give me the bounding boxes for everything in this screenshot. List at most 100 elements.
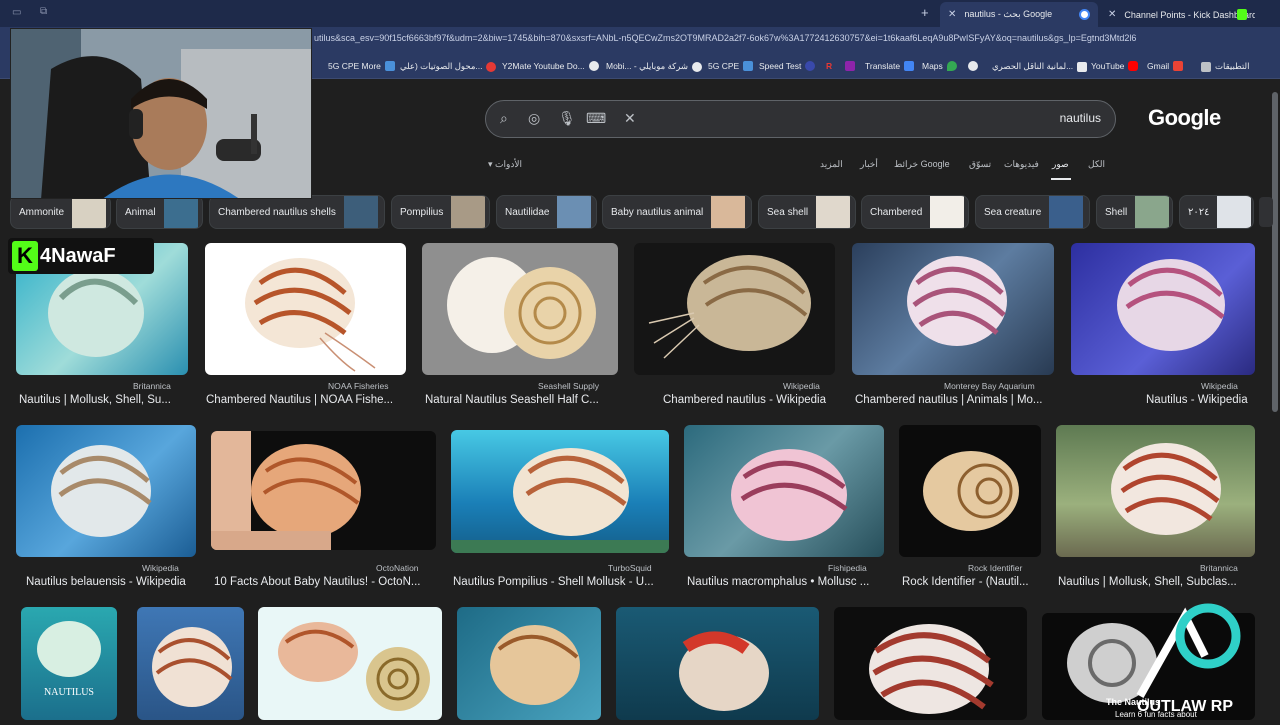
result-source[interactable]: Wikipedia — [142, 563, 179, 573]
search-icon[interactable]: ⌕ — [500, 110, 508, 127]
bookmark-speed-test[interactable]: Speed Test — [759, 61, 816, 71]
tab-more[interactable]: المزيد — [820, 159, 843, 170]
result-source[interactable]: Wikipedia — [1201, 381, 1238, 391]
chip-chambered-shells[interactable]: Chambered nautilus shells — [209, 195, 385, 229]
close-tab-icon[interactable]: ✕ — [1108, 9, 1116, 20]
bookmark-translate[interactable]: Translate — [865, 61, 915, 71]
result-image[interactable] — [834, 607, 1027, 720]
result-source[interactable]: Fishipedia — [828, 563, 867, 573]
result-source[interactable]: Seashell Supply — [538, 381, 599, 391]
result-image[interactable] — [899, 425, 1041, 557]
chip-sea-shell[interactable]: Sea shell — [758, 195, 856, 229]
result-source[interactable]: TurboSquid — [608, 563, 652, 573]
result-image[interactable] — [258, 607, 442, 720]
clear-icon[interactable]: ✕ — [624, 110, 636, 127]
bookmark-5g-cpe[interactable]: 5G CPE — [708, 61, 754, 71]
bookmark-globe[interactable] — [968, 61, 978, 71]
result-image[interactable] — [211, 431, 436, 550]
bookmark-apps[interactable]: التطبيقات — [1201, 61, 1250, 72]
chip-shell[interactable]: Shell — [1096, 195, 1173, 229]
chip-2024[interactable]: ٢٠٢٤ — [1179, 195, 1254, 229]
bookmark-r[interactable]: R — [826, 61, 832, 71]
result-image[interactable] — [634, 243, 835, 375]
google-logo[interactable]: Google — [1148, 105, 1221, 131]
result-image[interactable] — [1071, 243, 1255, 375]
chip-pompilius[interactable]: Pompilius — [391, 195, 490, 229]
result-image[interactable] — [16, 425, 196, 557]
result-caption[interactable]: Nautilus belauensis - Wikipedia — [26, 576, 196, 588]
result-caption[interactable]: 10 Facts About Baby Nautilus! - OctoN... — [214, 576, 436, 588]
bookmark-twitch[interactable] — [845, 61, 855, 71]
search-input[interactable]: nautilus — [1060, 111, 1101, 125]
chip-label: Sea creature — [984, 206, 1042, 218]
url-field[interactable]: utilus&sca_esv=90f15cf6663bf97f&udm=2&bi… — [314, 33, 1174, 49]
close-tab-icon[interactable]: ✕ — [948, 9, 956, 20]
bookmark-5g-cpe-more[interactable]: 5G CPE More — [328, 61, 395, 71]
chips-scroll-handle[interactable] — [1259, 197, 1273, 227]
bookmark-maps[interactable]: Maps — [922, 61, 957, 71]
result-image[interactable] — [1056, 425, 1255, 557]
mic-icon[interactable]: 🎙 — [558, 110, 576, 127]
scrollbar-thumb[interactable] — [1272, 92, 1278, 412]
bookmark-transfer[interactable]: لمانية الناقل الحصري... — [992, 61, 1088, 72]
scrollbar[interactable] — [1270, 80, 1280, 720]
chip-ammonite[interactable]: Ammonite — [10, 195, 111, 229]
result-source[interactable]: Rock Identifier — [968, 563, 1022, 573]
result-source[interactable]: OctoNation — [376, 563, 419, 573]
result-image[interactable] — [852, 243, 1054, 375]
tab-all[interactable]: الكل — [1088, 159, 1105, 170]
tab-news[interactable]: أخبار — [860, 159, 878, 170]
result-caption[interactable]: Nautilus | Mollusk, Shell, Subclas... — [1058, 576, 1255, 588]
chip-animal[interactable]: Animal — [116, 195, 203, 229]
result-caption[interactable]: Nautilus - Wikipedia — [1146, 394, 1256, 406]
streamer-name: 4NawaF — [40, 244, 116, 267]
bookmark-audio-converter[interactable]: محول الصوتيات (علي... — [400, 61, 497, 72]
result-caption[interactable]: Nautilus macromphalus • Mollusc ... — [687, 576, 884, 588]
keyboard-icon[interactable]: ⌨ — [586, 110, 606, 127]
bookmark-gmail[interactable]: Gmail — [1147, 61, 1184, 71]
bookmark-icon — [384, 61, 395, 71]
tab-shopping[interactable]: تسوّق — [969, 159, 991, 170]
bookmark-label: التطبيقات — [1215, 61, 1250, 71]
result-caption[interactable]: Chambered Nautilus | NOAA Fishe... — [206, 394, 406, 406]
chip-chambered[interactable]: Chambered — [861, 195, 969, 229]
result-image[interactable] — [422, 243, 618, 375]
result-caption[interactable]: Rock Identifier - (Nautil... — [902, 576, 1041, 588]
result-image[interactable] — [616, 607, 819, 720]
result-caption[interactable]: Chambered nautilus | Animals | Mo... — [855, 394, 1055, 406]
bookmark-youtube[interactable]: YouTube — [1091, 61, 1139, 71]
chip-baby-nautilus[interactable]: Baby nautilus animal — [602, 195, 752, 229]
tab-maps[interactable]: خرائط Google — [894, 159, 950, 170]
chip-sea-creature[interactable]: Sea creature — [975, 195, 1090, 229]
webcam-overlay — [10, 28, 312, 199]
tab-tools[interactable]: ▾ الأدوات — [488, 159, 522, 170]
window-restore-icon[interactable]: ⧉ — [40, 6, 47, 17]
result-source[interactable]: NOAA Fisheries — [328, 381, 388, 391]
result-image[interactable] — [451, 430, 669, 553]
result-image[interactable] — [457, 607, 601, 720]
tab-images[interactable]: صور — [1052, 159, 1069, 170]
result-image[interactable] — [137, 607, 244, 720]
tab-videos[interactable]: فيديوهات — [1004, 159, 1039, 170]
tab-kick-dashboard[interactable]: ✕ Channel Points - Kick Dashboard — [1100, 2, 1255, 27]
new-tab-icon[interactable]: + — [921, 5, 929, 20]
selected-tab-indicator — [1051, 178, 1071, 180]
chip-nautilidae[interactable]: Nautilidae — [496, 195, 597, 229]
result-image[interactable]: NAUTILUS — [21, 607, 117, 720]
window-minimize-icon[interactable]: ▭ — [12, 7, 21, 18]
bookmark-mobily[interactable]: Mobi... - شركة موبايلي — [606, 61, 703, 72]
result-caption[interactable]: Natural Nautilus Seashell Half C... — [425, 394, 618, 406]
lens-icon[interactable]: ◎ — [528, 110, 540, 127]
result-image[interactable] — [684, 425, 884, 557]
result-source[interactable]: Britannica — [133, 381, 171, 391]
result-caption[interactable]: Nautilus | Mollusk, Shell, Su... — [19, 394, 189, 406]
result-caption[interactable]: Nautilus Pompilius - Shell Mollusk - U..… — [453, 576, 669, 588]
tab-google-search[interactable]: ✕ nautilus - بحث Google — [940, 2, 1098, 27]
result-source[interactable]: Britannica — [1200, 563, 1238, 573]
search-box[interactable]: ⌕ ◎ 🎙 ⌨ ✕ nautilus — [485, 100, 1116, 138]
result-source[interactable]: Monterey Bay Aquarium — [944, 381, 1035, 391]
result-source[interactable]: Wikipedia — [783, 381, 820, 391]
result-image[interactable] — [205, 243, 406, 375]
bookmark-y2mate[interactable]: Y2Mate Youtube Do... — [502, 61, 599, 71]
result-caption[interactable]: Chambered nautilus - Wikipedia — [663, 394, 838, 406]
